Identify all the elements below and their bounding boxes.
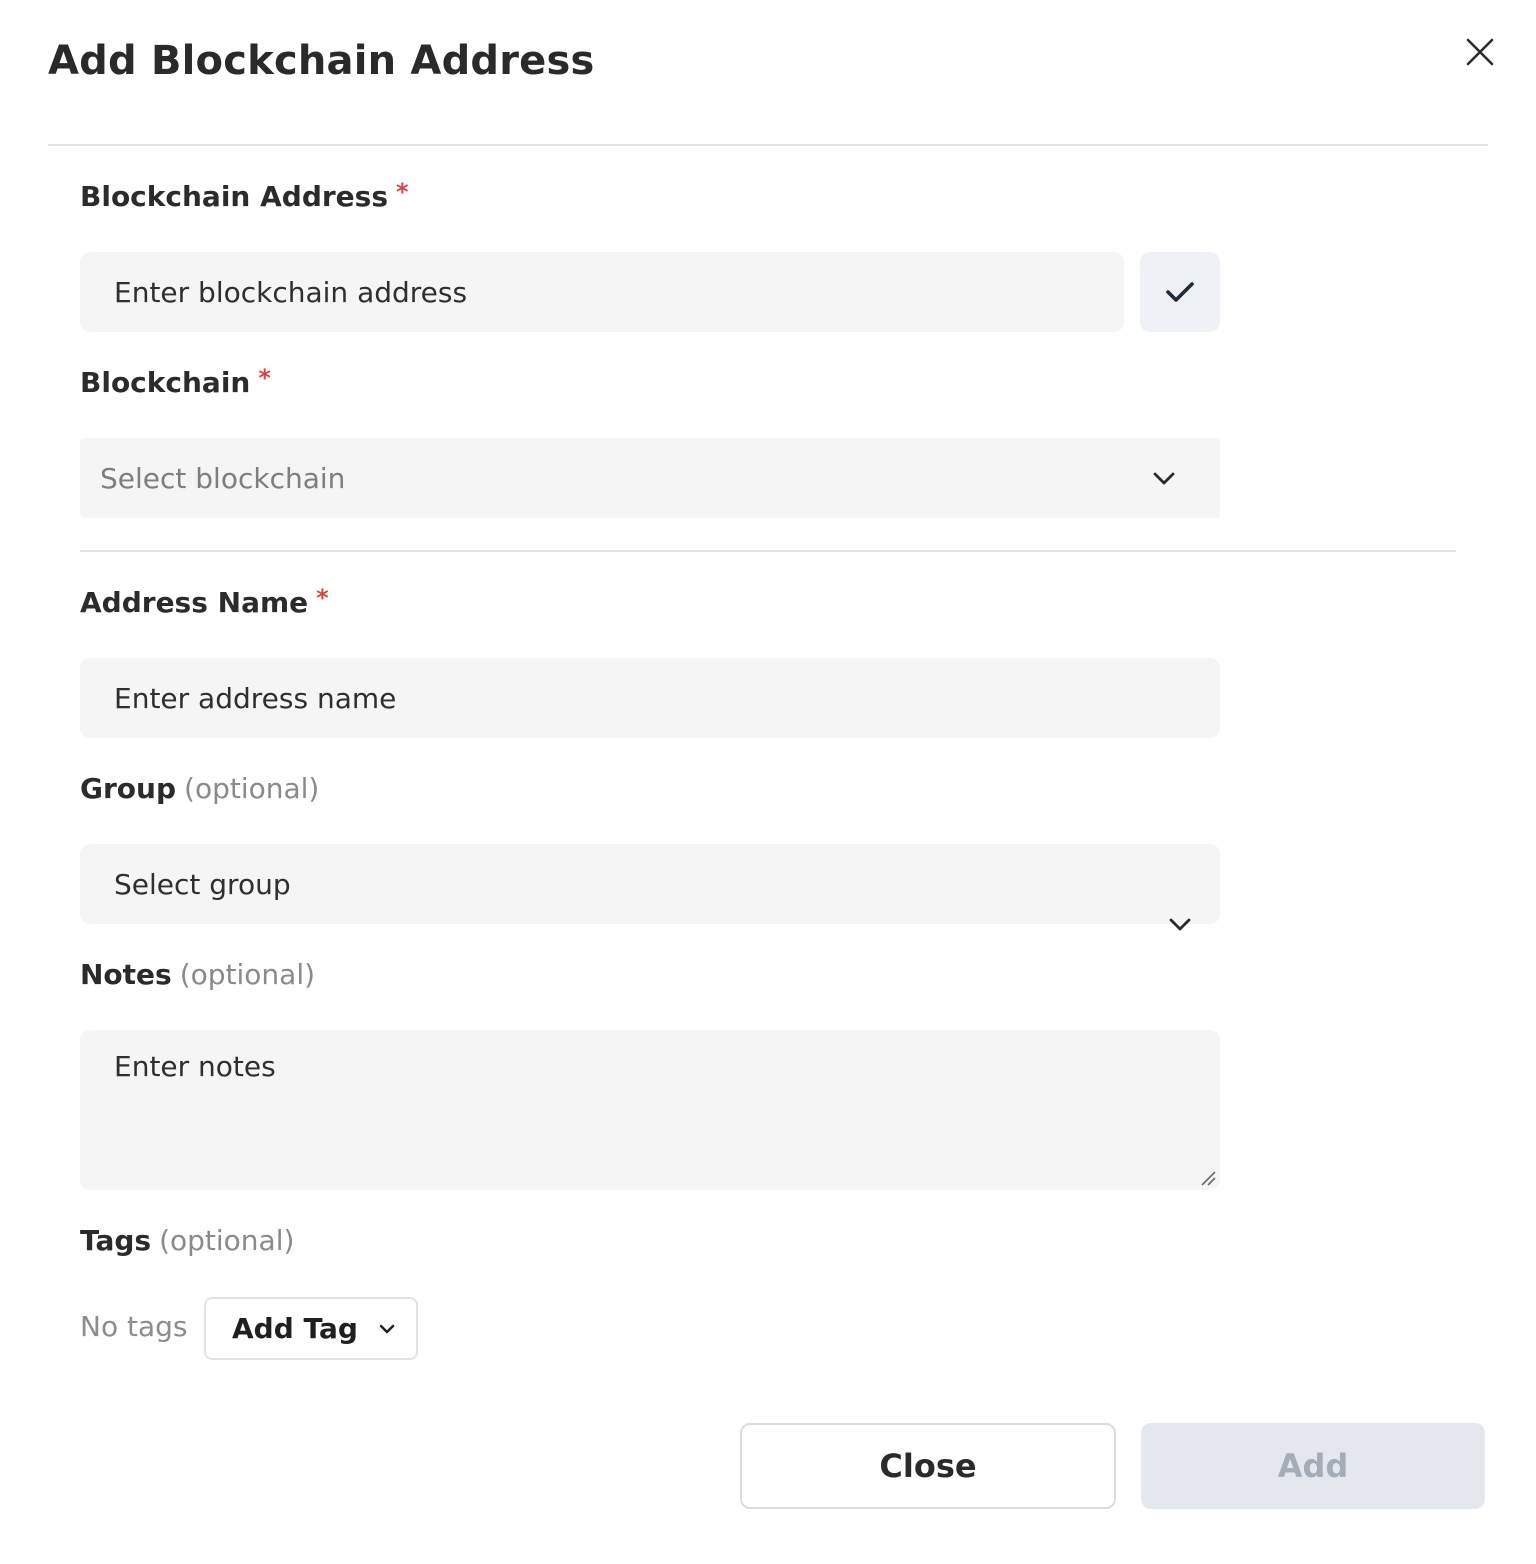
close-icon[interactable] bbox=[1458, 30, 1502, 74]
required-marker: * bbox=[258, 364, 271, 392]
no-tags-text: No tags bbox=[80, 1310, 188, 1343]
tags-label: Tags (optional) bbox=[80, 1224, 294, 1257]
resize-handle-icon[interactable] bbox=[1198, 1168, 1218, 1188]
required-marker: * bbox=[396, 178, 409, 206]
dialog-title: Add Blockchain Address bbox=[48, 38, 595, 84]
section-divider bbox=[80, 550, 1456, 552]
chevron-down-icon[interactable] bbox=[1166, 912, 1194, 940]
blockchain-address-input[interactable]: Enter blockchain address bbox=[80, 252, 1124, 332]
blockchain-address-label-text: Blockchain Address bbox=[80, 180, 388, 213]
verify-address-button[interactable] bbox=[1140, 252, 1220, 332]
optional-marker: (optional) bbox=[159, 1224, 295, 1257]
blockchain-select[interactable]: Select blockchain bbox=[80, 438, 1220, 518]
add-button[interactable]: Add bbox=[1141, 1423, 1485, 1509]
group-select[interactable]: Select group bbox=[80, 844, 1220, 924]
tags-label-text: Tags bbox=[80, 1224, 152, 1257]
chevron-down-icon[interactable] bbox=[1150, 466, 1178, 494]
address-name-label: Address Name * bbox=[80, 584, 329, 619]
address-name-input[interactable]: Enter address name bbox=[80, 658, 1220, 738]
notes-label: Notes (optional) bbox=[80, 958, 315, 991]
group-label-text: Group bbox=[80, 772, 177, 805]
address-name-placeholder: Enter address name bbox=[114, 681, 397, 715]
group-label: Group (optional) bbox=[80, 772, 319, 805]
check-icon bbox=[1166, 282, 1194, 302]
blockchain-address-label: Blockchain Address * bbox=[80, 178, 409, 213]
required-marker: * bbox=[316, 584, 329, 612]
chevron-down-icon bbox=[379, 1324, 395, 1333]
blockchain-address-placeholder: Enter blockchain address bbox=[114, 275, 468, 309]
optional-marker: (optional) bbox=[184, 772, 320, 805]
group-select-placeholder: Select group bbox=[114, 867, 291, 901]
close-button[interactable]: Close bbox=[740, 1423, 1116, 1509]
optional-marker: (optional) bbox=[179, 958, 316, 991]
blockchain-select-placeholder: Select blockchain bbox=[100, 461, 346, 495]
notes-textarea[interactable]: Enter notes bbox=[80, 1030, 1220, 1190]
address-name-label-text: Address Name bbox=[80, 586, 309, 619]
notes-placeholder: Enter notes bbox=[114, 1050, 276, 1083]
add-blockchain-address-dialog: Add Blockchain Address Blockchain Addres… bbox=[0, 0, 1536, 1564]
blockchain-label-text: Blockchain bbox=[80, 366, 251, 399]
blockchain-label: Blockchain * bbox=[80, 364, 271, 399]
add-tag-button[interactable]: Add Tag bbox=[204, 1297, 418, 1360]
header-divider bbox=[48, 144, 1488, 146]
notes-label-text: Notes bbox=[80, 958, 172, 991]
add-tag-label: Add Tag bbox=[232, 1312, 358, 1345]
